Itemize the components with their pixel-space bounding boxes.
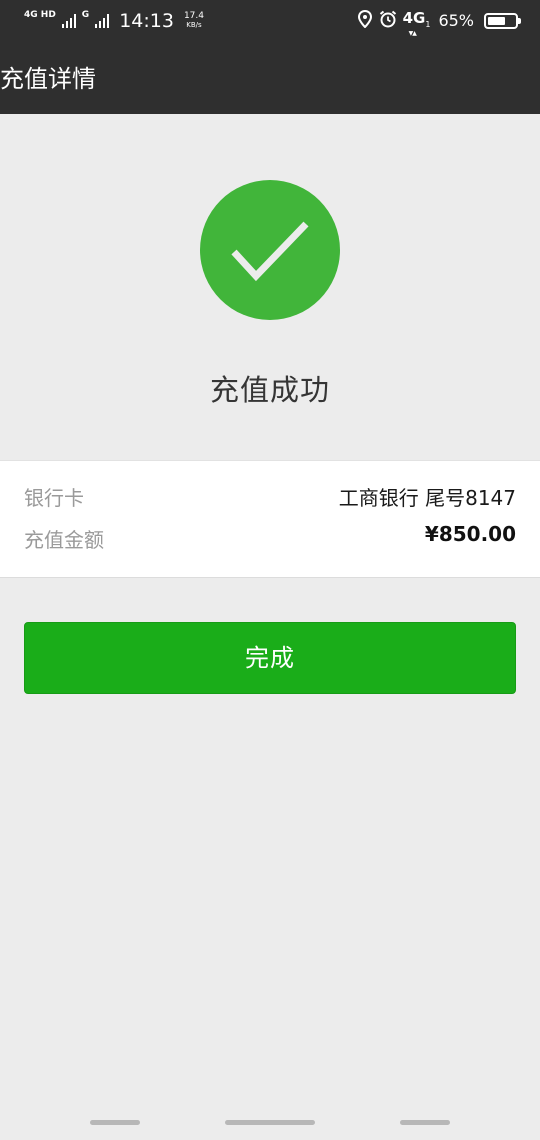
- detail-label: 充值金额: [24, 528, 104, 552]
- network-4g-indicator: 4G1 ▼▲: [402, 8, 431, 37]
- network-speed: 17.4 KB/s: [184, 12, 204, 30]
- nav-handle-home[interactable]: [225, 1120, 315, 1125]
- network-4g-sub: 1: [425, 19, 431, 29]
- location-icon: [357, 9, 373, 32]
- result-section: 充值成功: [0, 114, 540, 460]
- detail-row-amount: 充值金额 ¥850.00: [24, 522, 516, 557]
- alarm-icon: [379, 10, 397, 32]
- nav-handle-right[interactable]: [400, 1120, 450, 1125]
- title-bar: 充值详情: [0, 42, 540, 114]
- detail-value: 工商银行 尾号8147: [338, 486, 516, 510]
- page-title: 充值详情: [0, 65, 96, 93]
- gesture-nav-bar: [0, 1110, 540, 1140]
- network-label-1: 4G HD: [24, 9, 56, 20]
- network-4g-label: 4G: [402, 8, 426, 27]
- status-left: 4G HD G 14:13 17.4 KB/s: [24, 9, 204, 33]
- status-right: 4G1 ▼▲ 65%: [357, 8, 521, 37]
- details-card: 银行卡 工商银行 尾号8147 充值金额 ¥850.00: [0, 460, 540, 578]
- success-status-text: 充值成功: [209, 373, 330, 407]
- done-button[interactable]: 完成: [24, 622, 516, 694]
- signal-icon: [61, 14, 76, 28]
- signal-icon: [95, 14, 110, 28]
- detail-row-bank-card: 银行卡 工商银行 尾号8147: [24, 481, 516, 515]
- battery-icon: [484, 13, 521, 29]
- detail-value: ¥850.00: [424, 522, 516, 546]
- network-speed-value: 17.4: [183, 11, 204, 21]
- clock-time: 14:13: [119, 10, 174, 32]
- recharge-detail-screen: 4G HD G 14:13 17.4 KB/s 4G1 ▼▲ 65% 充值详情 …: [0, 0, 540, 1140]
- header: 4G HD G 14:13 17.4 KB/s 4G1 ▼▲ 65% 充值详情: [0, 0, 540, 114]
- status-bar: 4G HD G 14:13 17.4 KB/s 4G1 ▼▲ 65%: [0, 0, 540, 42]
- battery-fill: [488, 17, 505, 25]
- nav-handle-left[interactable]: [90, 1120, 140, 1125]
- data-arrows-icon: ▼▲: [408, 29, 417, 37]
- network-speed-unit: KB/s: [186, 21, 202, 29]
- checkmark-icon: [231, 221, 309, 282]
- detail-label: 银行卡: [24, 486, 84, 510]
- network-label-2: G: [81, 9, 90, 20]
- battery-percent: 65%: [438, 11, 474, 30]
- success-circle: [200, 180, 340, 320]
